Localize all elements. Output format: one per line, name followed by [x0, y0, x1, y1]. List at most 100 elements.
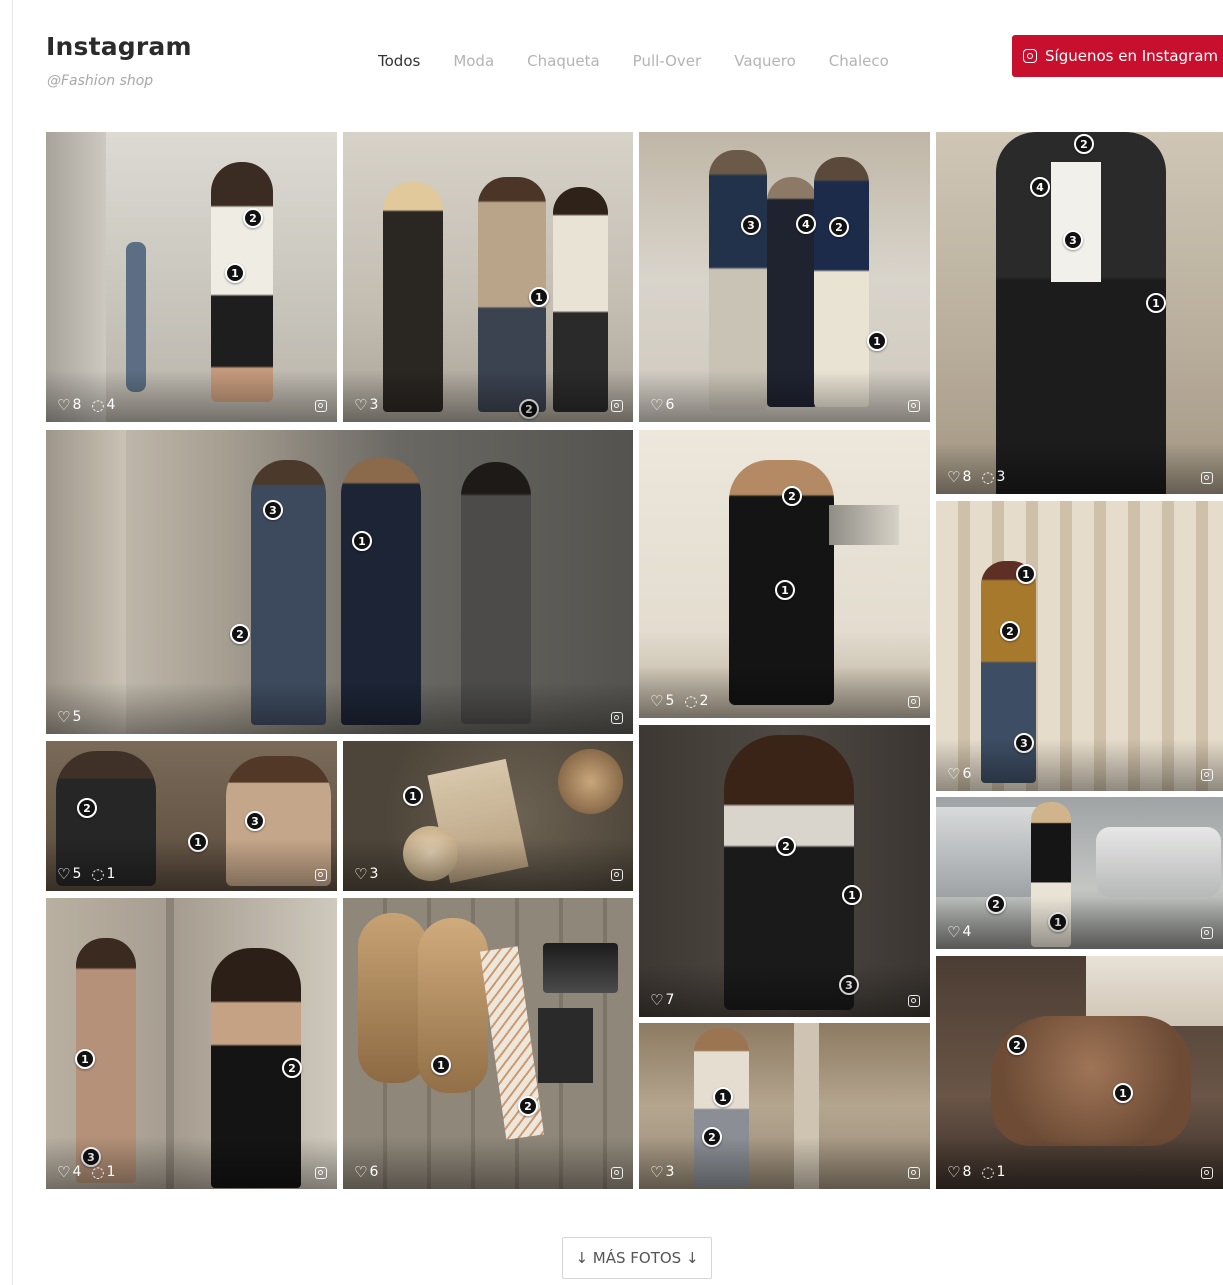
post-photo: [418, 918, 488, 1093]
comment-icon: ◌: [684, 692, 698, 710]
instagram-post[interactable]: 1 2 ♡ 6: [343, 898, 633, 1189]
instagram-icon: [908, 400, 920, 412]
product-hotspot[interactable]: 1: [1146, 293, 1166, 313]
product-hotspot[interactable]: 1: [867, 331, 887, 351]
post-stats: ♡ 3: [650, 1163, 674, 1181]
post-stats: ♡ 5: [57, 708, 81, 726]
product-hotspot[interactable]: 1: [403, 786, 423, 806]
post-overlay: [343, 839, 633, 891]
heart-icon: ♡: [947, 923, 961, 941]
heart-icon: ♡: [650, 991, 664, 1009]
instagram-post[interactable]: 1 2 ♡3: [343, 132, 633, 422]
instagram-icon: [908, 1167, 920, 1179]
comment-count: 2: [699, 693, 709, 709]
filter-tab-chaleco[interactable]: Chaleco: [829, 52, 889, 70]
product-hotspot[interactable]: 1: [225, 263, 245, 283]
product-hotspot[interactable]: 4: [1030, 177, 1050, 197]
instagram-post[interactable]: 3 4 2 1 ♡ 6: [639, 132, 930, 422]
instagram-post[interactable]: 1 ♡ 3: [343, 741, 633, 891]
instagram-post[interactable]: 3 1 2 ♡ 5: [46, 430, 633, 734]
product-hotspot[interactable]: 2: [782, 486, 802, 506]
post-photo: [829, 505, 899, 545]
product-hotspot[interactable]: 2: [77, 798, 97, 818]
post-stats: ♡ 4 ◌ 1: [57, 1163, 115, 1181]
follow-instagram-button[interactable]: Síguenos en Instagram: [1012, 35, 1223, 77]
product-hotspot[interactable]: 2: [243, 208, 263, 228]
product-hotspot[interactable]: 1: [713, 1087, 733, 1107]
product-hotspot[interactable]: 3: [263, 500, 283, 520]
like-count: 8: [962, 1164, 972, 1180]
instagram-icon: [1201, 927, 1213, 939]
filter-tab-todos[interactable]: Todos: [378, 52, 420, 70]
page-divider: [12, 0, 13, 1285]
product-hotspot[interactable]: 2: [776, 836, 796, 856]
heart-icon: ♡: [947, 1163, 961, 1181]
like-count: 4: [72, 1164, 82, 1180]
post-overlay: [46, 682, 633, 734]
instagram-post[interactable]: 2 1 3 ♡7: [639, 725, 930, 1017]
product-hotspot[interactable]: 1: [352, 531, 372, 551]
instagram-post[interactable]: 2 1 ♡ 5 ◌ 2: [639, 430, 930, 718]
product-hotspot[interactable]: 1: [529, 287, 549, 307]
like-count: 6: [962, 766, 972, 782]
post-overlay: [343, 370, 633, 422]
instagram-post[interactable]: 2 3 1 ♡5 ◌1: [46, 741, 337, 891]
product-hotspot[interactable]: 1: [842, 885, 862, 905]
comment-icon: ◌: [91, 1163, 105, 1181]
product-hotspot[interactable]: 2: [518, 1096, 538, 1116]
filter-tab-chaqueta[interactable]: Chaqueta: [527, 52, 600, 70]
instagram-post[interactable]: 1 2 3 ♡4 ◌1: [46, 898, 337, 1189]
product-hotspot[interactable]: 2: [1007, 1035, 1027, 1055]
instagram-icon: [1023, 49, 1037, 63]
product-hotspot[interactable]: 2: [829, 217, 849, 237]
comment-count: 4: [106, 397, 116, 413]
like-count: 7: [665, 992, 675, 1008]
like-count: 5: [72, 866, 82, 882]
product-hotspot[interactable]: 3: [245, 811, 265, 831]
instagram-icon: [908, 696, 920, 708]
filter-tab-moda[interactable]: Moda: [453, 52, 494, 70]
instagram-post[interactable]: 2 1 ♡ 8 ◌ 4: [46, 132, 337, 422]
product-hotspot[interactable]: 1: [1016, 564, 1036, 584]
product-hotspot[interactable]: 4: [796, 214, 816, 234]
load-more-button[interactable]: ↓ MÁS FOTOS ↓: [562, 1237, 712, 1279]
product-hotspot[interactable]: 1: [1113, 1083, 1133, 1103]
post-stats: ♡ 6: [650, 396, 674, 414]
instagram-icon: [1201, 769, 1213, 781]
product-hotspot[interactable]: 2: [1000, 621, 1020, 641]
post-stats: ♡ 5 ◌ 2: [650, 692, 708, 710]
product-hotspot[interactable]: 1: [431, 1055, 451, 1075]
comment-icon: ◌: [981, 468, 995, 486]
post-overlay: [639, 1137, 930, 1189]
post-stats: ♡ 4: [947, 923, 971, 941]
product-hotspot[interactable]: 2: [1074, 134, 1094, 154]
heart-icon: ♡: [650, 396, 664, 414]
like-count: 3: [665, 1164, 675, 1180]
comment-icon: ◌: [981, 1163, 995, 1181]
product-hotspot[interactable]: 1: [775, 580, 795, 600]
instagram-post[interactable]: 2 1 ♡4: [936, 797, 1223, 949]
instagram-post[interactable]: 1 2 3 ♡6: [936, 501, 1223, 791]
post-photo: [1096, 827, 1221, 897]
post-stats: ♡ 3: [354, 396, 378, 414]
comment-icon: ◌: [91, 396, 105, 414]
product-hotspot[interactable]: 2: [282, 1058, 302, 1078]
post-stats: ♡ 8 ◌ 1: [947, 1163, 1005, 1181]
like-count: 4: [962, 924, 972, 940]
instagram-icon: [315, 1167, 327, 1179]
product-hotspot[interactable]: 3: [1063, 230, 1083, 250]
filter-tab-vaquero[interactable]: Vaquero: [734, 52, 796, 70]
instagram-post[interactable]: 2 1 ♡ 8 ◌ 1: [936, 956, 1223, 1189]
post-photo: [936, 807, 1046, 897]
instagram-post[interactable]: 2 4 3 1 ♡ 8 ◌ 3: [936, 132, 1223, 494]
product-hotspot[interactable]: 1: [75, 1049, 95, 1069]
like-count: 3: [369, 866, 379, 882]
product-hotspot[interactable]: 3: [741, 215, 761, 235]
account-handle: @Fashion shop: [47, 73, 154, 89]
instagram-icon: [611, 869, 623, 881]
post-overlay: [936, 897, 1223, 949]
product-hotspot[interactable]: 2: [230, 624, 250, 644]
filter-tab-pull-over[interactable]: Pull-Over: [633, 52, 702, 70]
instagram-post[interactable]: 1 2 ♡3: [639, 1023, 930, 1189]
heart-icon: ♡: [57, 708, 71, 726]
